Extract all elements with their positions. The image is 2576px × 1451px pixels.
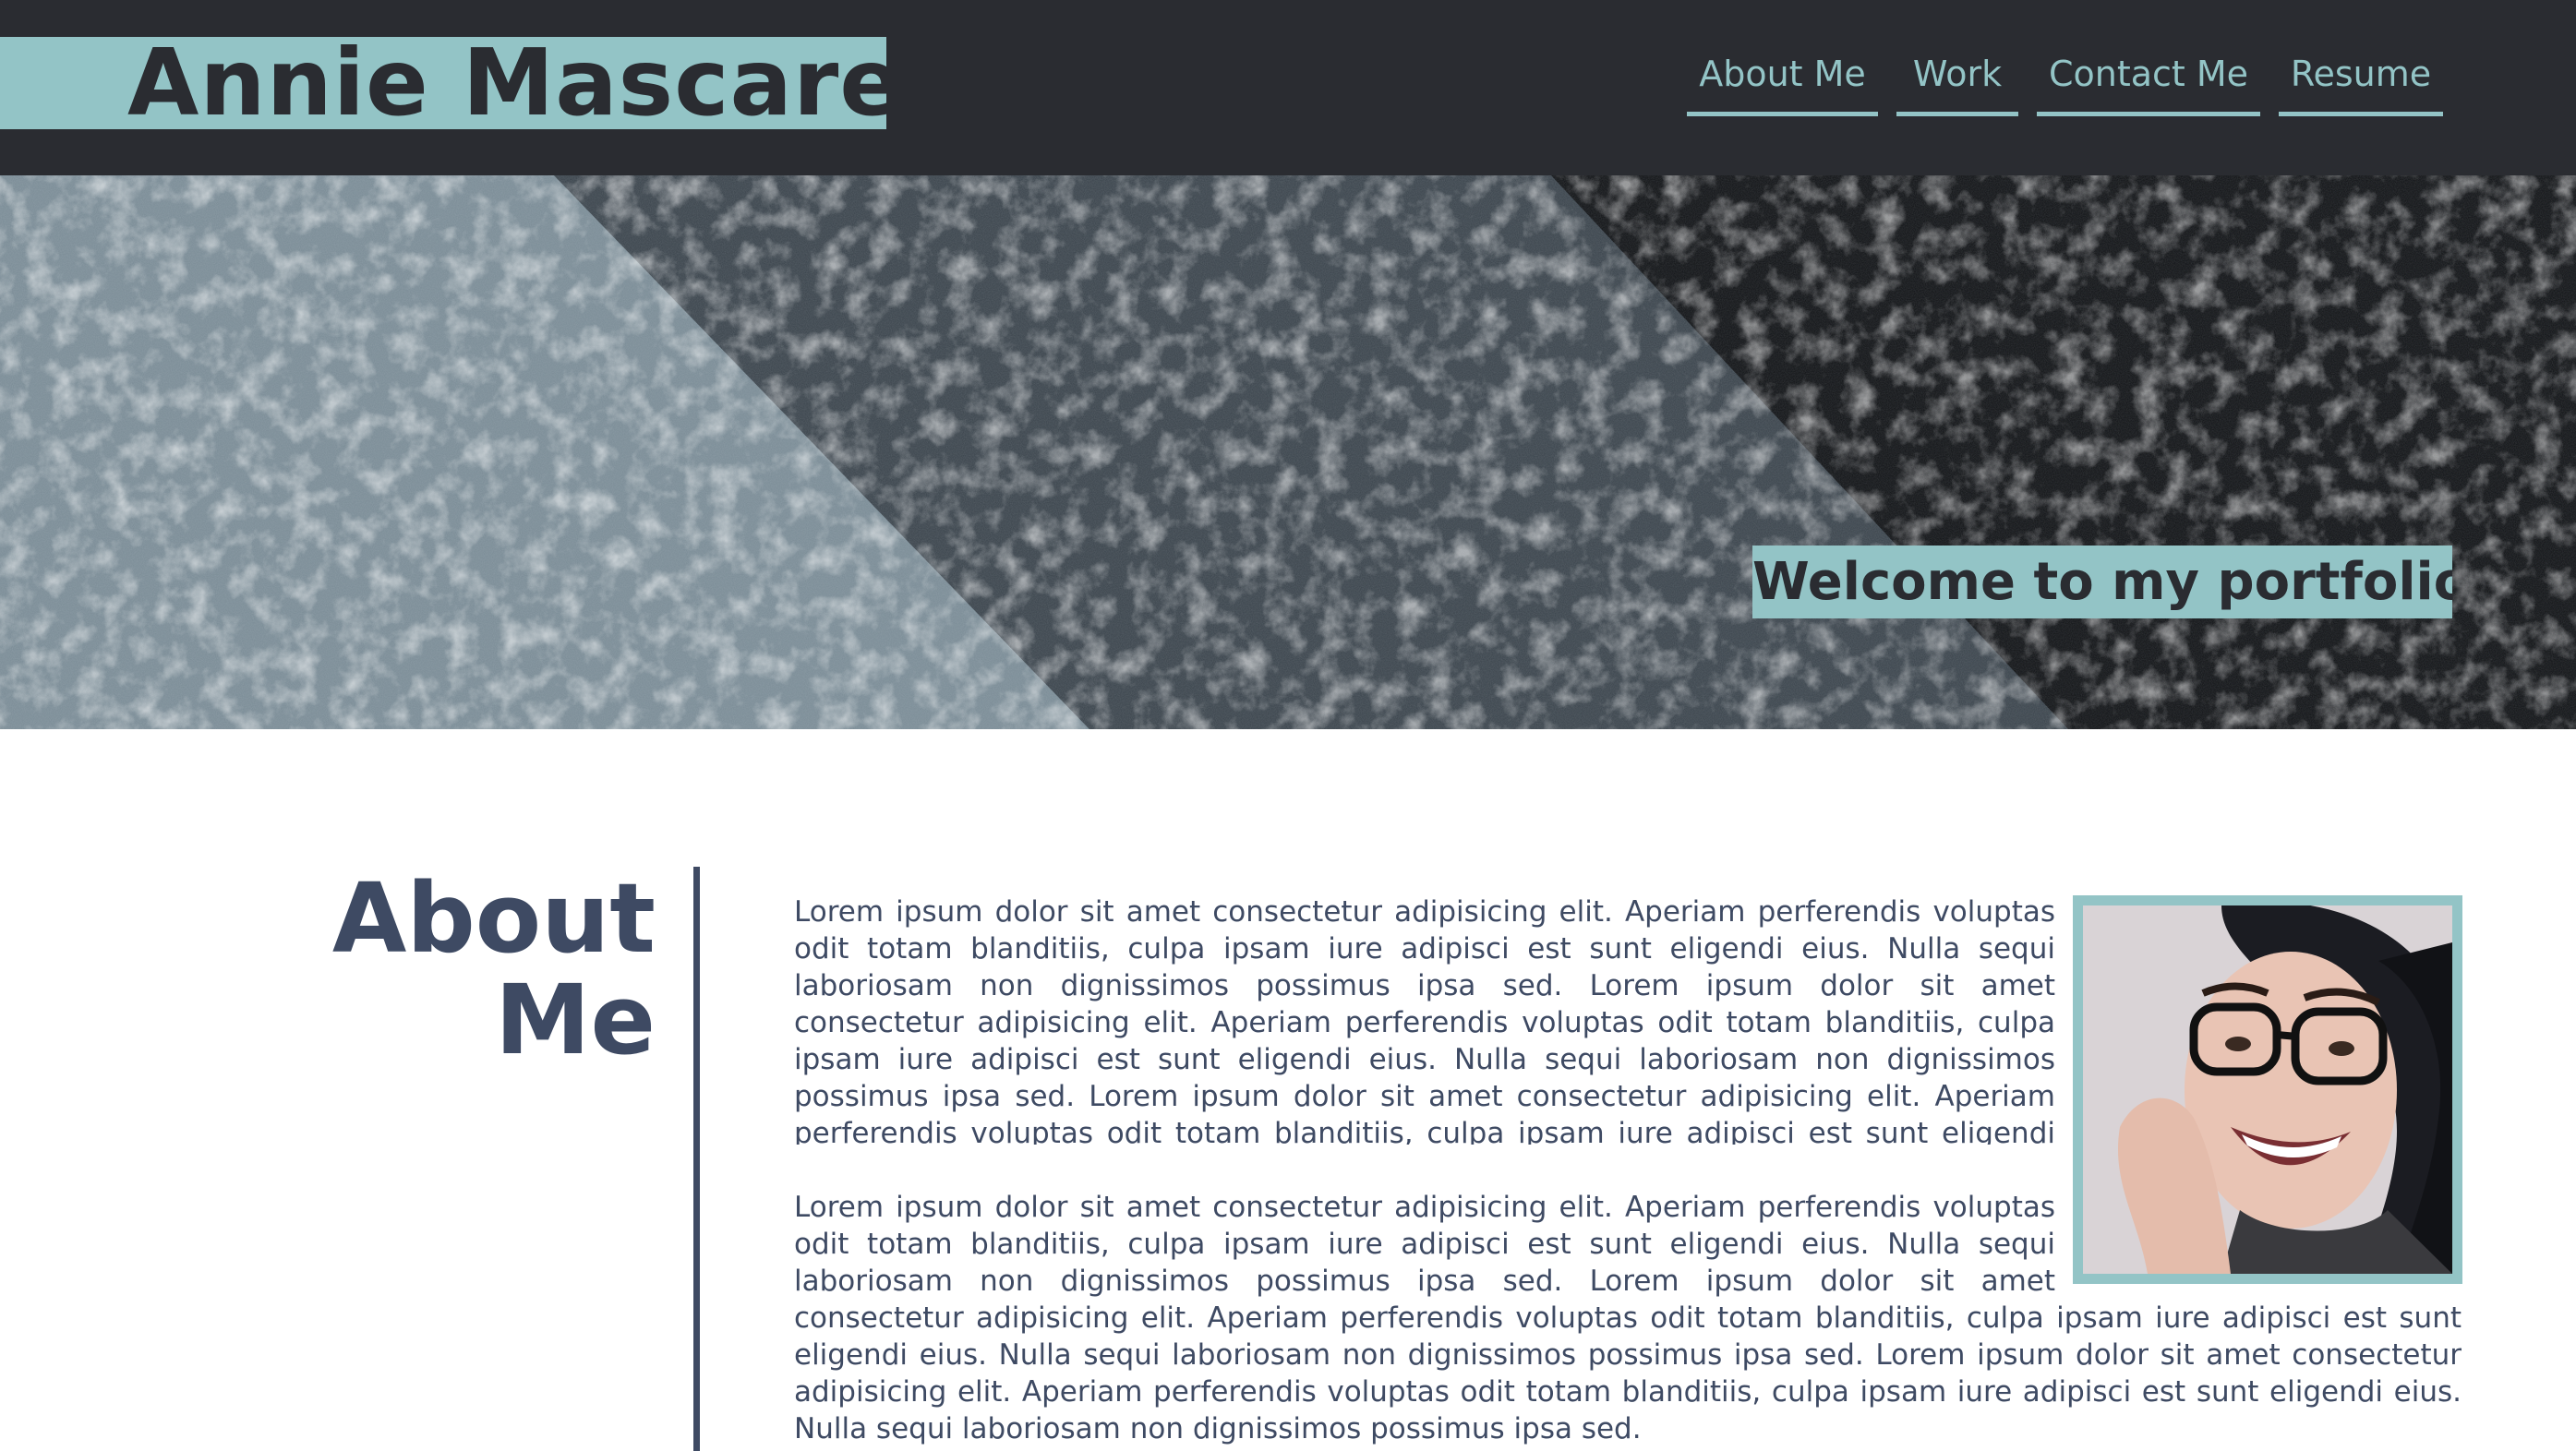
portrait-photo-icon — [2083, 905, 2452, 1274]
hero-background-texture — [0, 175, 2576, 729]
about-heading-line2: Me — [494, 964, 656, 1076]
site-title[interactable]: Annie Mascarello — [0, 37, 886, 129]
site-header: Annie Mascarello About Me Work Contact M… — [0, 0, 2576, 175]
nav-link-resume[interactable]: Resume — [2279, 46, 2443, 116]
profile-photo-frame — [2073, 895, 2462, 1284]
about-paragraph-1: Lorem ipsum dolor sit amet consectetur a… — [794, 895, 2055, 1145]
nav-link-contact-me[interactable]: Contact Me — [2037, 46, 2260, 116]
about-divider — [693, 867, 700, 1451]
nav-link-work[interactable]: Work — [1896, 46, 2018, 116]
portrait-illustration — [2083, 905, 2452, 1274]
hero-banner — [0, 175, 2576, 729]
welcome-banner: Welcome to my portfolio! — [1752, 546, 2452, 618]
about-heading-line1: About — [331, 862, 656, 975]
nav-link-about-me[interactable]: About Me — [1687, 46, 1878, 116]
about-heading: About Me — [286, 868, 656, 1071]
